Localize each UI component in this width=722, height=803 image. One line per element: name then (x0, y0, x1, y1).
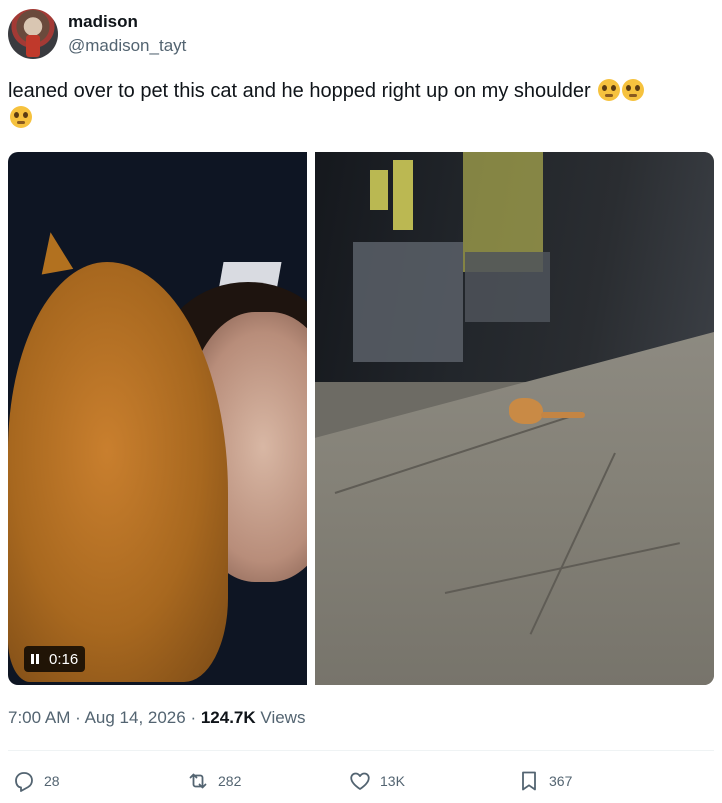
reply-icon (15, 772, 33, 792)
tweet-time[interactable]: 7:00 AM (8, 708, 70, 727)
action-bar: 28 282 13K 367 (0, 766, 722, 800)
tweet-meta: 7:00 AM · Aug 14, 2026 · 124.7K Views (8, 708, 305, 728)
avatar[interactable] (8, 9, 58, 59)
pleading-face-emoji (598, 79, 621, 101)
media-grid: 0:16 (8, 152, 714, 685)
heart-icon (350, 772, 370, 790)
tweet-header: madison @madison_tayt (8, 8, 186, 60)
cat-ear (34, 229, 74, 275)
pleading-face-emoji (622, 79, 645, 101)
like-button[interactable]: 13K (348, 769, 405, 793)
pause-icon[interactable] (31, 654, 39, 664)
views-label: Views (260, 708, 306, 727)
orange-cat (509, 398, 585, 424)
bookmark-icon (522, 771, 536, 791)
views-count: 124.7K (200, 708, 256, 727)
sidewalk (315, 332, 714, 685)
reply-button[interactable]: 28 (12, 769, 60, 793)
pleading-face-emoji (10, 106, 32, 128)
repost-count: 282 (218, 773, 242, 789)
user-handle[interactable]: @madison_tayt (68, 35, 186, 57)
photo-thumbnail[interactable] (315, 152, 714, 685)
repost-icon (189, 773, 207, 789)
repost-button[interactable]: 282 (186, 769, 241, 793)
bookmark-count: 367 (549, 773, 573, 789)
tweet-date[interactable]: Aug 14, 2026 (85, 708, 186, 727)
video-thumbnail[interactable]: 0:16 (8, 152, 307, 685)
separator: · (75, 708, 85, 727)
video-duration: 0:16 (49, 650, 79, 668)
tweet-text-content: leaned over to pet this cat and he hoppe… (8, 80, 591, 102)
separator: · (190, 708, 201, 727)
poster (353, 242, 463, 362)
reply-count: 28 (44, 773, 60, 789)
like-count: 13K (380, 773, 405, 789)
divider (8, 750, 714, 751)
author-names: madison @madison_tayt (68, 11, 186, 57)
video-duration-badge[interactable]: 0:16 (24, 646, 86, 672)
display-name[interactable]: madison (68, 11, 186, 32)
poster (393, 160, 413, 230)
bookmark-button[interactable]: 367 (517, 769, 572, 793)
poster (465, 252, 550, 322)
poster (370, 170, 388, 210)
tweet-text: leaned over to pet this cat and he hoppe… (8, 78, 714, 132)
